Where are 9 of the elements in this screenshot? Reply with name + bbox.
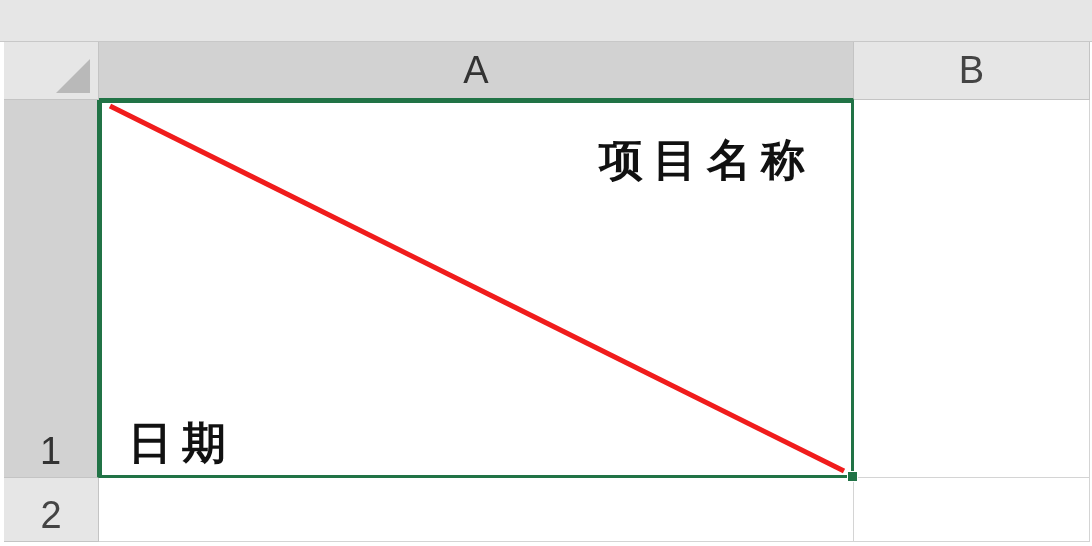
column-header[interactable]: A: [99, 42, 854, 100]
select-all-corner[interactable]: [4, 42, 99, 100]
cell-text: 日期: [128, 417, 236, 469]
cell-text: 项目名称: [599, 134, 815, 186]
fill-handle[interactable]: [847, 471, 858, 482]
row-header[interactable]: 2: [4, 478, 99, 542]
column-header[interactable]: B: [854, 42, 1090, 100]
triangle-icon: [56, 59, 90, 93]
row-header[interactable]: 1: [4, 100, 99, 478]
